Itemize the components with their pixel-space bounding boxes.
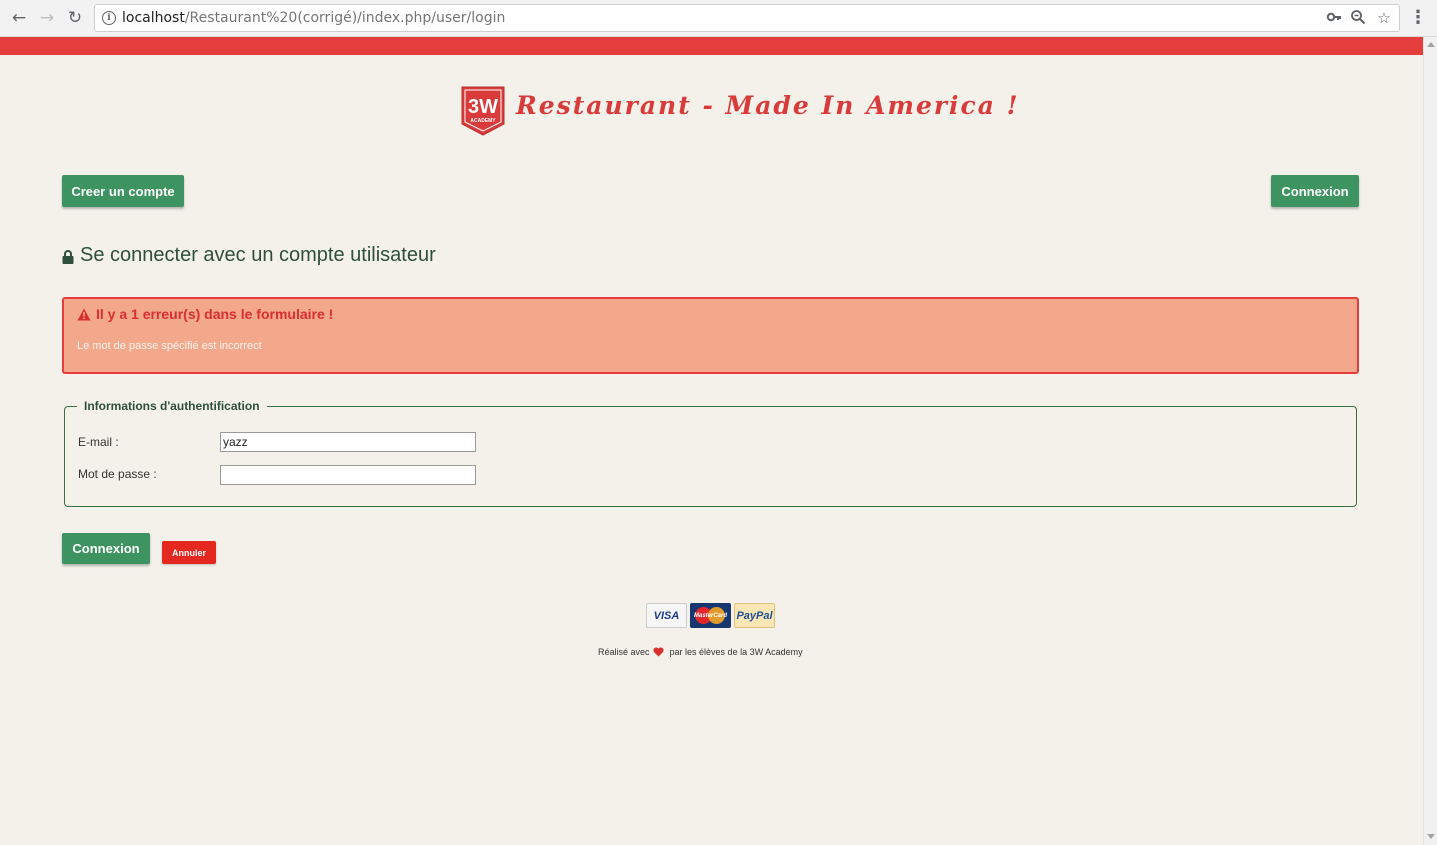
- vertical-scrollbar[interactable]: [1423, 37, 1437, 845]
- logo-text: 3W: [468, 96, 498, 118]
- heart-icon: [652, 647, 664, 657]
- forward-arrow-icon[interactable]: →: [36, 7, 58, 29]
- zoom-icon[interactable]: [1349, 9, 1367, 27]
- browser-toolbar: ← → ↻ i localhost/Restaurant%20(corrigé)…: [0, 0, 1437, 37]
- info-icon[interactable]: i: [102, 11, 116, 25]
- browser-menu-icon[interactable]: ⋮: [1409, 7, 1427, 29]
- visa-card-icon: VISA: [646, 603, 687, 628]
- mastercard-icon: MasterCard: [690, 603, 731, 628]
- mastercard-label: MasterCard: [693, 612, 727, 619]
- scroll-down-icon[interactable]: [1427, 834, 1435, 839]
- auth-fieldset: Informations d'authentification E-mail :…: [64, 399, 1357, 507]
- address-url[interactable]: localhost/Restaurant%20(corrigé)/index.p…: [122, 10, 505, 26]
- site-title: Restaurant - Made In America !: [516, 91, 1020, 120]
- 3w-academy-logo[interactable]: 3W ACADEMY: [461, 86, 505, 136]
- lock-icon: [62, 249, 74, 264]
- page-title: Se connecter avec un compte utilisateur: [62, 244, 436, 267]
- login-nav-button[interactable]: Connexion: [1271, 175, 1359, 207]
- scroll-up-icon[interactable]: [1427, 42, 1435, 47]
- address-bar[interactable]: i localhost/Restaurant%20(corrigé)/index…: [94, 4, 1400, 32]
- key-icon[interactable]: [1325, 9, 1343, 27]
- paypal-icon: PayPal: [734, 603, 775, 628]
- bookmark-star-icon[interactable]: ☆: [1375, 9, 1393, 27]
- back-arrow-icon[interactable]: ←: [8, 7, 30, 29]
- footer-credit-after: par les élèves de la 3W Academy: [669, 647, 803, 657]
- error-title-text: Il y a 1 erreur(s) dans le formulaire !: [96, 306, 334, 322]
- fieldset-legend: Informations d'authentification: [77, 399, 267, 413]
- cancel-button[interactable]: Annuler: [162, 541, 216, 564]
- create-account-button[interactable]: Creer un compte: [62, 175, 184, 207]
- warning-icon: [77, 308, 91, 320]
- url-path: /Restaurant%20(corrigé)/index.php/user/l…: [184, 10, 506, 26]
- url-host: localhost: [122, 10, 185, 26]
- password-field[interactable]: [220, 465, 476, 485]
- submit-login-button[interactable]: Connexion: [62, 533, 150, 564]
- email-label: E-mail :: [78, 435, 119, 449]
- email-field[interactable]: [220, 432, 476, 452]
- error-message: Le mot de passe spécifié est incorrect: [77, 340, 262, 352]
- footer-credit-before: Réalisé avec: [598, 647, 650, 657]
- top-red-bar: [0, 37, 1423, 55]
- reload-icon[interactable]: ↻: [64, 7, 86, 29]
- payment-methods: VISA MasterCard PayPal: [646, 603, 775, 628]
- password-label: Mot de passe :: [78, 467, 157, 481]
- page-title-text: Se connecter avec un compte utilisateur: [80, 244, 436, 266]
- footer-credit: Réalisé avec par les élèves de la 3W Aca…: [598, 647, 803, 657]
- logo-subtext: ACADEMY: [470, 118, 496, 124]
- error-alert: Il y a 1 erreur(s) dans le formulaire ! …: [62, 297, 1359, 374]
- error-title: Il y a 1 erreur(s) dans le formulaire !: [77, 306, 333, 322]
